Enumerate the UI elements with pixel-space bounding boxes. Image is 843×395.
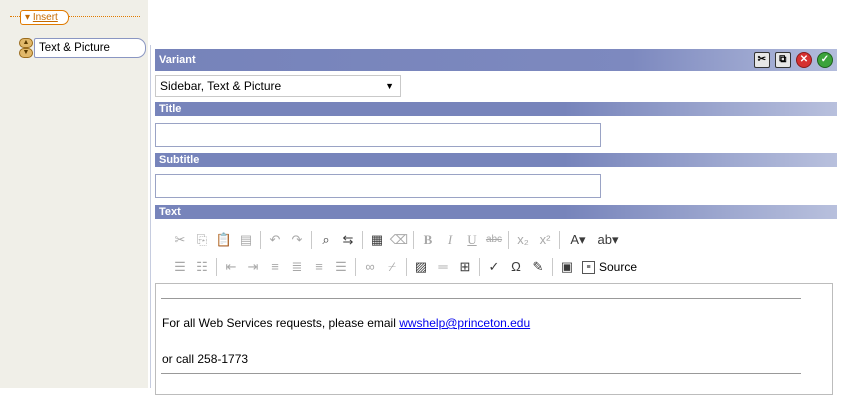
- image-icon[interactable]: ▨: [410, 256, 432, 278]
- align-left-icon[interactable]: ≡: [264, 256, 286, 278]
- block-controls: ✂ ⧉ ✕ ✓: [752, 52, 833, 68]
- sidebar: ▾ Insert ▲ ▼ Text & Picture: [0, 0, 148, 388]
- block-row: ▲ ▼ Text & Picture: [18, 38, 148, 58]
- title-header: Title: [155, 102, 837, 116]
- email-link[interactable]: wwshelp@princeton.edu: [399, 316, 530, 330]
- move-down-icon[interactable]: ▼: [19, 48, 33, 58]
- superscript-icon[interactable]: x²: [534, 229, 556, 251]
- subtitle-input[interactable]: [155, 174, 601, 198]
- align-justify-icon[interactable]: ☰: [330, 256, 352, 278]
- toolbar-separator: [260, 231, 261, 249]
- text-color-icon[interactable]: A▾: [563, 229, 593, 251]
- toolbar-separator: [413, 231, 414, 249]
- copy-icon[interactable]: ⎘: [191, 229, 213, 251]
- insert-row: ▾ Insert: [10, 10, 144, 25]
- highlight-color-icon[interactable]: ab▾: [593, 229, 623, 251]
- confirm-icon[interactable]: ✓: [817, 52, 833, 68]
- delete-icon[interactable]: ✕: [795, 52, 812, 68]
- underline-icon[interactable]: U: [461, 229, 483, 251]
- horizontal-rule: [161, 373, 801, 374]
- variant-header: Variant ✂ ⧉ ✕ ✓: [155, 49, 837, 71]
- subscript-icon[interactable]: x₂: [512, 229, 534, 251]
- insert-button[interactable]: ▾ Insert: [20, 10, 69, 25]
- numbered-list-icon[interactable]: ☰: [169, 256, 191, 278]
- align-right-icon[interactable]: ≡: [308, 256, 330, 278]
- toolbar-separator: [311, 231, 312, 249]
- paste-icon[interactable]: 📋: [213, 229, 235, 251]
- variant-select[interactable]: Sidebar, Text & Picture ▼: [155, 75, 401, 97]
- block-editor-panel: Variant ✂ ⧉ ✕ ✓ Sidebar, Text & Picture …: [150, 45, 839, 395]
- editor-toolbar-row-1: ✂ ⎘ 📋 ▤ ↶ ↷ ⌕ ⇆ ▦ ⌫ B I U abc x₂ x² A▾ a…: [169, 228, 623, 252]
- bulleted-list-icon[interactable]: ☷: [191, 256, 213, 278]
- chevron-down-icon: ▼: [385, 81, 394, 91]
- spellcheck-icon[interactable]: ✓: [483, 256, 505, 278]
- copy-icon[interactable]: ⧉: [774, 52, 791, 68]
- toolbar-separator: [508, 231, 509, 249]
- outdent-icon[interactable]: ⇤: [220, 256, 242, 278]
- unlink-icon[interactable]: ⌿: [381, 256, 403, 278]
- special-char-icon[interactable]: Ω: [505, 256, 527, 278]
- source-button[interactable]: ≡ Source: [578, 256, 641, 278]
- cut-icon[interactable]: ✂: [753, 52, 770, 68]
- replace-icon[interactable]: ⇆: [337, 229, 359, 251]
- toolbar-separator: [552, 258, 553, 276]
- source-icon: ≡: [582, 260, 595, 274]
- text-label: Text: [159, 206, 181, 218]
- paste-text-icon[interactable]: ✎: [527, 256, 549, 278]
- insert-label: Insert: [32, 12, 58, 23]
- align-center-icon[interactable]: ≣: [286, 256, 308, 278]
- cut-icon[interactable]: ✂: [169, 229, 191, 251]
- table-icon[interactable]: ⊞: [454, 256, 476, 278]
- select-all-icon[interactable]: ▦: [366, 229, 388, 251]
- show-blocks-icon[interactable]: ▣: [556, 256, 578, 278]
- toolbar-separator: [559, 231, 560, 249]
- toolbar-separator: [216, 258, 217, 276]
- toolbar-separator: [355, 258, 356, 276]
- italic-icon[interactable]: I: [439, 229, 461, 251]
- subtitle-header: Subtitle: [155, 153, 837, 167]
- insert-dropdown-icon: ▾: [25, 12, 31, 23]
- redo-icon[interactable]: ↷: [286, 229, 308, 251]
- move-up-icon[interactable]: ▲: [19, 38, 33, 48]
- link-icon[interactable]: ∞: [359, 256, 381, 278]
- paste-word-icon[interactable]: ▤: [235, 229, 257, 251]
- toolbar-separator: [479, 258, 480, 276]
- undo-icon[interactable]: ↶: [264, 229, 286, 251]
- toolbar-separator: [406, 258, 407, 276]
- find-icon[interactable]: ⌕: [315, 229, 337, 251]
- text-header: Text: [155, 205, 837, 219]
- variant-label: Variant: [159, 54, 196, 66]
- bold-icon[interactable]: B: [417, 229, 439, 251]
- horizontal-rule-icon[interactable]: ═: [432, 256, 454, 278]
- block-tab-text-picture[interactable]: Text & Picture: [34, 38, 146, 58]
- rich-text-editor[interactable]: For all Web Services requests, please em…: [155, 283, 833, 395]
- title-label: Title: [159, 103, 182, 115]
- editor-paragraph-2: or call 258-1773: [162, 352, 249, 366]
- strikethrough-icon[interactable]: abc: [483, 229, 505, 251]
- editor-toolbar-row-2: ☰ ☷ ⇤ ⇥ ≡ ≣ ≡ ☰ ∞ ⌿ ▨ ═ ⊞ ✓ Ω ✎ ▣ ≡ Sour…: [169, 255, 641, 279]
- remove-format-icon[interactable]: ⌫: [388, 229, 410, 251]
- variant-select-value: Sidebar, Text & Picture: [160, 79, 282, 93]
- toolbar-separator: [362, 231, 363, 249]
- block-reorder-handle: ▲ ▼: [18, 38, 33, 58]
- paragraph-text: For all Web Services requests, please em…: [162, 316, 400, 330]
- subtitle-label: Subtitle: [159, 154, 200, 166]
- indent-icon[interactable]: ⇥: [242, 256, 264, 278]
- horizontal-rule: [161, 298, 801, 299]
- editor-paragraph-1: For all Web Services requests, please em…: [162, 316, 530, 330]
- source-label: Source: [599, 260, 638, 274]
- title-input[interactable]: [155, 123, 601, 147]
